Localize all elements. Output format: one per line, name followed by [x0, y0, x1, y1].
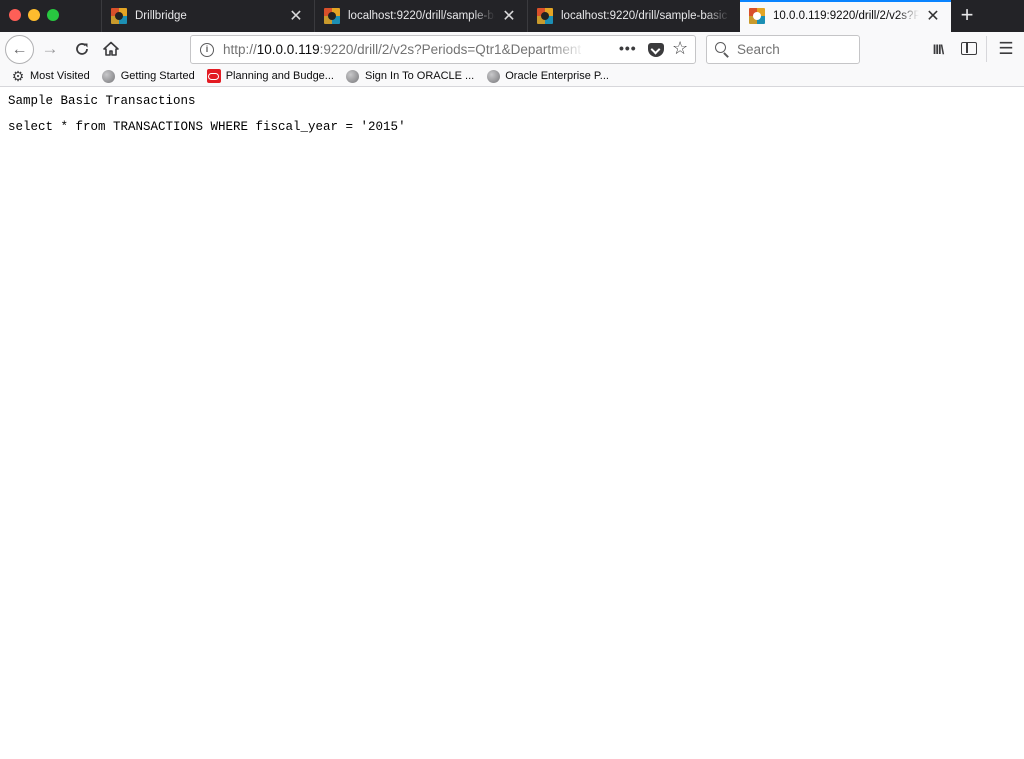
- back-button[interactable]: ←: [5, 35, 34, 64]
- bookmark-label: Most Visited: [30, 70, 90, 82]
- back-arrow-icon: ←: [11, 40, 28, 58]
- bookmark-label: Oracle Enterprise P...: [505, 70, 609, 82]
- search-bar[interactable]: [706, 35, 860, 64]
- drillbridge-favicon-icon: [324, 8, 340, 24]
- tab-drillbridge[interactable]: Drillbridge ✕: [101, 0, 314, 32]
- bookmark-sign-in-oracle[interactable]: Sign In To ORACLE ...: [346, 69, 474, 83]
- window-close-button[interactable]: [9, 9, 21, 21]
- search-input[interactable]: [737, 42, 857, 57]
- url-host: 10.0.0.119: [256, 42, 320, 57]
- bookmark-star-icon[interactable]: ☆: [672, 38, 688, 59]
- globe-icon: [346, 69, 360, 83]
- tab-localhost-sample-basic-1[interactable]: localhost:9220/drill/sample-basic ✕: [314, 0, 527, 32]
- tab-strip: Drillbridge ✕ localhost:9220/drill/sampl…: [0, 0, 1024, 32]
- bookmark-most-visited[interactable]: ⚙ Most Visited: [11, 69, 90, 83]
- bookmark-oracle-enterprise[interactable]: Oracle Enterprise P...: [486, 69, 609, 83]
- site-info-icon[interactable]: i: [200, 42, 214, 57]
- library-icon: lll\: [932, 41, 944, 57]
- bookmarks-toolbar: ⚙ Most Visited Getting Started Planning …: [0, 66, 1024, 87]
- page-content: Sample Basic Transactions select * from …: [0, 88, 1024, 759]
- url-text[interactable]: http://10.0.0.119:9220/drill/2/v2s?Perio…: [223, 42, 585, 57]
- forward-button[interactable]: →: [38, 37, 62, 61]
- address-bar[interactable]: i http://10.0.0.119:9220/drill/2/v2s?Per…: [190, 35, 696, 64]
- search-icon: [715, 41, 731, 58]
- bookmark-label: Planning and Budge...: [225, 70, 334, 82]
- window-minimize-button[interactable]: [28, 9, 40, 21]
- close-tab-icon[interactable]: ✕: [501, 6, 517, 26]
- hamburger-menu-icon: ☰: [998, 39, 1014, 58]
- window-zoom-button[interactable]: [47, 9, 59, 21]
- forward-arrow-icon: →: [41, 39, 59, 58]
- tab-title: 10.0.0.119:9220/drill/2/v2s?Periods=Qtr1: [773, 10, 919, 22]
- bookmark-label: Getting Started: [120, 70, 195, 82]
- drillbridge-favicon-icon: [537, 8, 553, 24]
- close-tab-icon[interactable]: ✕: [288, 6, 304, 26]
- close-tab-icon[interactable]: ✕: [925, 6, 941, 26]
- library-button[interactable]: lll\: [928, 40, 948, 58]
- bookmark-label: Sign In To ORACLE ...: [364, 70, 475, 82]
- sidebar-icon: [961, 41, 977, 55]
- drillbridge-favicon-icon: [749, 8, 765, 24]
- sidebar-toggle-button[interactable]: [960, 40, 978, 56]
- gear-icon: ⚙: [11, 68, 25, 84]
- bookmark-getting-started[interactable]: Getting Started: [102, 69, 195, 83]
- bookmark-planning-and-budgeting[interactable]: Planning and Budge...: [206, 69, 334, 83]
- toolbar-divider: [986, 36, 987, 62]
- open-menu-button[interactable]: ☰: [997, 39, 1015, 58]
- tab-title: localhost:9220/drill/sample-basic: [348, 10, 495, 22]
- tab-title: Drillbridge: [135, 10, 187, 22]
- url-path: :9220/drill/2/v2s?Periods=Qtr1&Departmen…: [319, 42, 582, 57]
- url-scheme: http://: [223, 42, 257, 57]
- drillbridge-favicon-icon: [111, 8, 127, 24]
- page-actions-icon[interactable]: •••: [619, 40, 637, 56]
- sql-query-text: select * from TRANSACTIONS WHERE fiscal_…: [8, 120, 406, 134]
- oracle-icon: [206, 69, 221, 83]
- globe-icon: [486, 69, 500, 83]
- page-title: Sample Basic Transactions: [8, 94, 196, 108]
- home-button[interactable]: [99, 37, 123, 61]
- pocket-icon[interactable]: [648, 43, 664, 57]
- globe-icon: [102, 69, 116, 83]
- tab-active-drill-query[interactable]: 10.0.0.119:9220/drill/2/v2s?Periods=Qtr1…: [740, 0, 951, 32]
- home-icon: [103, 41, 119, 56]
- reload-icon: [76, 43, 88, 55]
- tab-title: localhost:9220/drill/sample-basic: [561, 10, 728, 22]
- navigation-toolbar: ← → i http://10.0.0.119:9220/drill/2/v2s…: [0, 32, 1024, 66]
- tab-localhost-sample-basic-2[interactable]: localhost:9220/drill/sample-basic: [527, 0, 740, 32]
- reload-button[interactable]: [70, 37, 94, 61]
- new-tab-button[interactable]: +: [956, 4, 978, 28]
